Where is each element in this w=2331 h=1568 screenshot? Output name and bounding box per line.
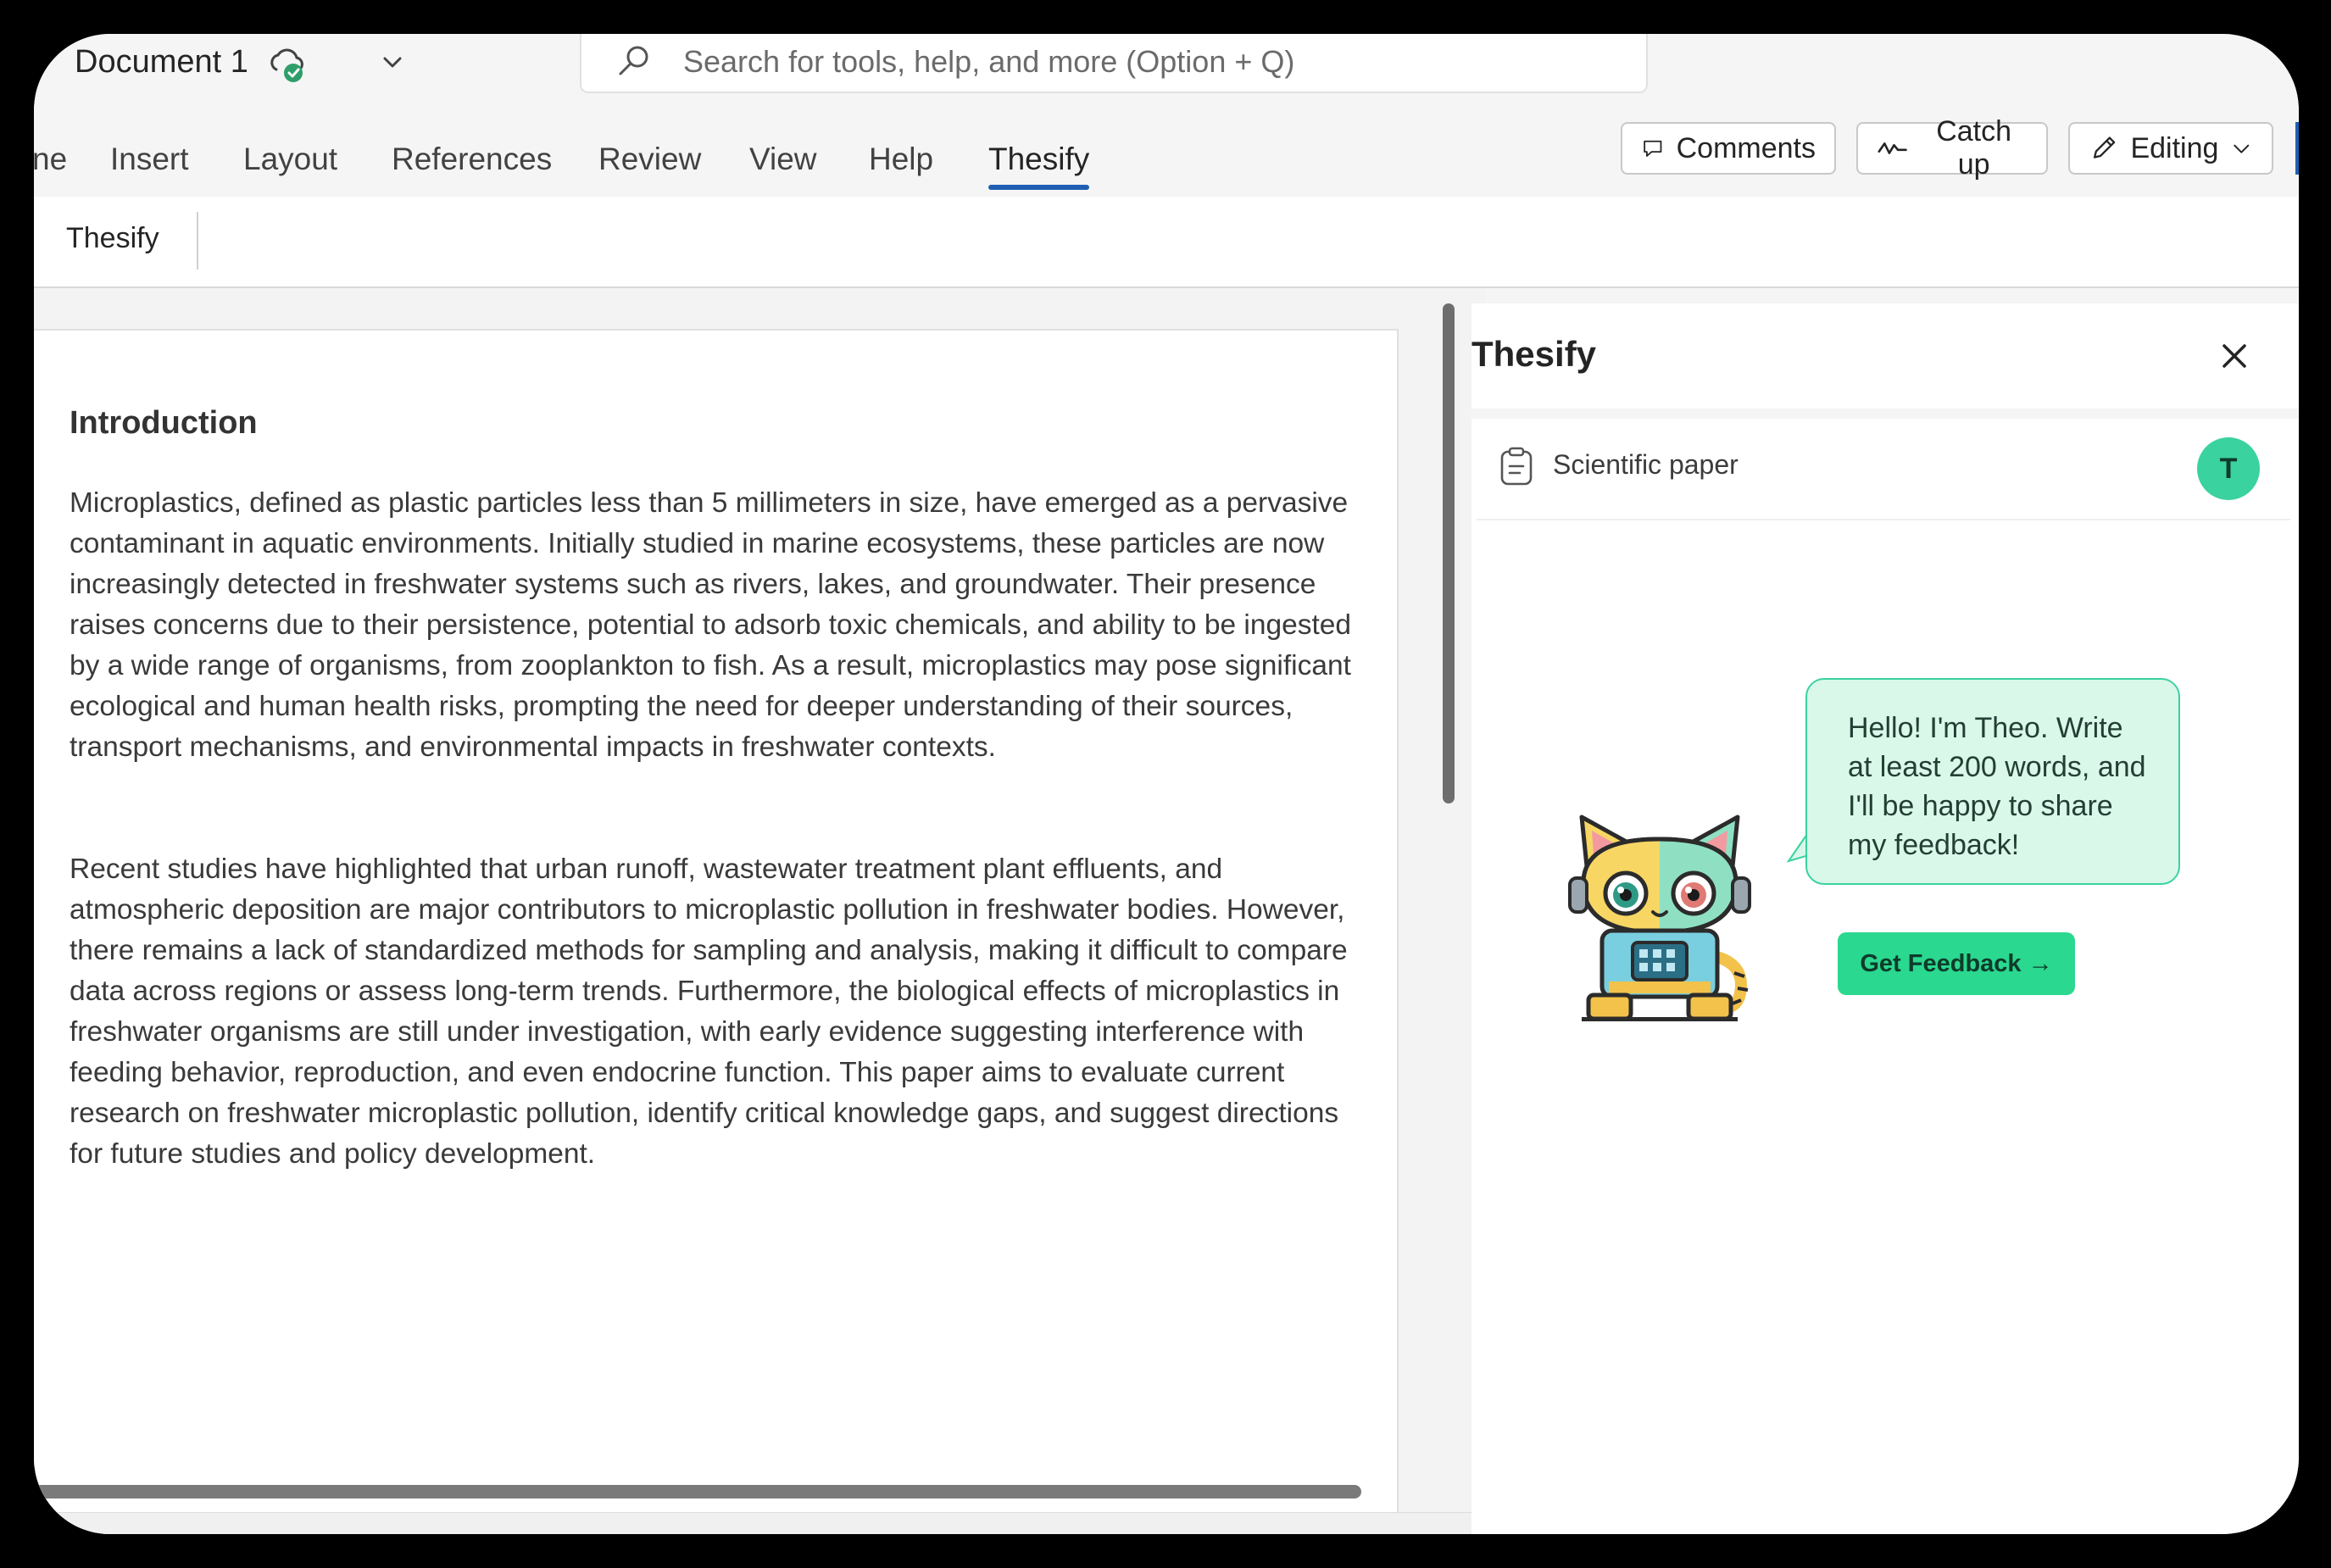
vertical-scrollbar[interactable]	[1443, 303, 1455, 803]
cloud-check-icon[interactable]	[264, 41, 310, 86]
document-icon	[1500, 447, 1533, 486]
horizontal-scrollbar[interactable]	[34, 1485, 1361, 1498]
tab-references[interactable]: References	[392, 119, 552, 197]
ribbon-divider	[197, 212, 198, 270]
get-feedback-button[interactable]: Get Feedback →	[1838, 932, 2075, 995]
document-canvas: Introduction Microplastics, defined as p…	[34, 288, 1485, 1534]
editing-mode-button[interactable]: Editing	[2068, 122, 2273, 175]
paragraph: Recent studies have highlighted that urb…	[70, 854, 1348, 1170]
comments-button[interactable]: Comments	[1621, 122, 1836, 175]
app-window: Document 1 ne Insert Layout References R…	[34, 34, 2299, 1534]
chevron-down-icon[interactable]	[378, 47, 407, 76]
tab-home[interactable]: ne	[34, 119, 67, 197]
title-bar: Document 1	[34, 34, 2299, 119]
document-title[interactable]: Document 1	[75, 44, 248, 81]
search-box[interactable]	[580, 34, 1648, 93]
catch-up-button[interactable]: Catch up	[1856, 115, 2048, 181]
tab-help[interactable]: Help	[869, 119, 933, 197]
pencil-icon	[2093, 136, 2116, 158]
chevron-down-icon	[2234, 144, 2250, 153]
robot-cat-mascot	[1568, 815, 1751, 1021]
thesify-ribbon-button[interactable]: Thesify	[66, 222, 159, 255]
thesify-pane: Thesify Scientific paper T Hello! I'm Th…	[1471, 303, 2299, 1534]
comment-icon	[1644, 140, 1662, 157]
section-heading: Introduction	[70, 405, 258, 441]
pane-divider	[1471, 409, 2299, 419]
catch-up-icon	[1878, 142, 1907, 154]
close-icon[interactable]	[2214, 336, 2255, 376]
tab-layout[interactable]: Layout	[243, 119, 337, 197]
tab-view[interactable]: View	[749, 119, 817, 197]
tab-review[interactable]: Review	[598, 119, 701, 197]
speech-bubble: Hello! I'm Theo. Write at least 200 word…	[1805, 678, 2180, 885]
paragraph: Microplastics, defined as plastic partic…	[70, 487, 1352, 763]
search-icon	[619, 46, 648, 75]
share-button-edge[interactable]	[2295, 122, 2299, 175]
tab-insert[interactable]: Insert	[110, 119, 189, 197]
active-tab-indicator	[988, 185, 1090, 190]
document-type-row[interactable]: Scientific paper T	[1477, 419, 2290, 520]
avatar[interactable]: T	[2197, 437, 2260, 500]
document-type-label: Scientific paper	[1553, 449, 1739, 480]
tab-thesify[interactable]: Thesify	[988, 119, 1090, 197]
pane-title: Thesify	[1471, 334, 1597, 374]
search-input[interactable]	[683, 34, 1616, 90]
document-page[interactable]: Introduction Microplastics, defined as p…	[34, 329, 1399, 1534]
ribbon-toolbar: Thesify	[34, 197, 2299, 288]
